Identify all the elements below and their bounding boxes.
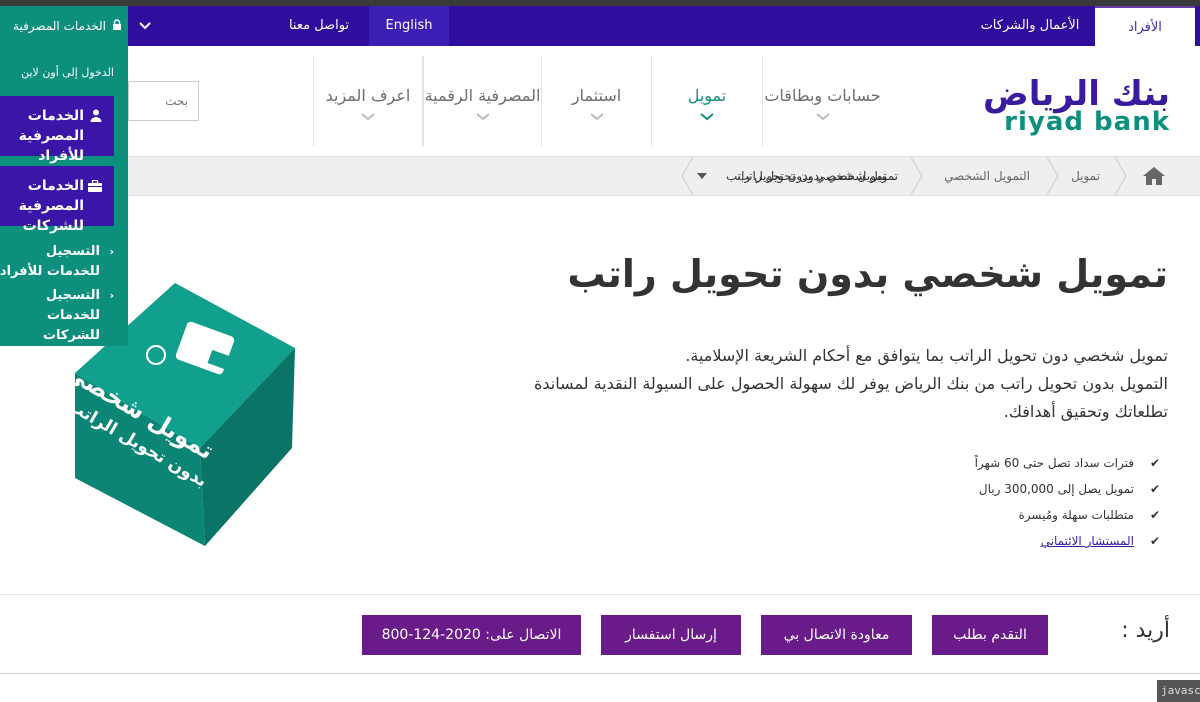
register-business-label: التسجيل للخدمات للشركات [42,288,100,343]
search-input[interactable] [128,81,199,121]
business-banking-button[interactable]: الخدمات المصرفية للشركات [0,166,114,234]
breadcrumb-separator [1114,157,1127,195]
list-item: ✔ فترات سداد تصل حتى 60 شهراً [975,452,1160,478]
check-icon: ✔ [1149,482,1160,496]
nav-label: حسابات وبطاقات [764,86,881,105]
product-description: تمويل شخصي دون تحويل الراتب بما يتوافق م… [508,342,1168,426]
nav-finance[interactable]: تمويل [651,56,762,146]
chevron-down-icon [424,110,541,124]
breadcrumb-dropdown[interactable]: تمويل شخصي بدون تحويل راتب [680,157,908,195]
list-item: ✔ تمويل يصل إلى 300,000 ريال [975,478,1160,504]
online-banking-header-label: الخدمات المصرفية [13,19,106,33]
bottom-divider [0,673,1200,674]
tab-individuals[interactable]: الأفراد [1095,6,1195,46]
chevron-down-icon[interactable] [128,6,162,46]
feature-text: تمويل يصل إلى 300,000 ريال [978,482,1134,496]
nav-invest[interactable]: استثمار [541,56,651,146]
online-login-text: الدخول إلى أون لاين [21,66,114,79]
logo-english[interactable]: riyad bank [1004,108,1170,136]
contact-us-link[interactable]: تواصل معنا [269,6,369,46]
tab-business[interactable]: الأعمال والشركات [970,6,1090,46]
nav-learn-more[interactable]: اعرف المزيد [313,56,423,146]
briefcase-icon [88,178,102,198]
business-banking-label: الخدمات المصرفية للشركات [18,178,84,234]
chevron-left-icon: ‹ [109,289,114,302]
call-number-button[interactable]: الاتصال على: 2020-124-800 [362,615,581,655]
online-banking-toggle[interactable]: الخدمات المصرفية [0,6,128,46]
caret-down-icon [697,173,707,179]
chevron-down-icon [763,110,882,124]
check-icon: ✔ [1149,456,1160,470]
nav-label: المصرفية الرقمية [424,86,541,105]
language-english-link[interactable]: English [369,6,449,46]
nav-label: اعرف المزيد [325,86,411,105]
nav-accounts-cards[interactable]: حسابات وبطاقات [762,56,882,146]
lock-icon [112,6,122,46]
list-item: ✔ متطلبات سهلة ومُيسرة [975,504,1160,530]
page-title: تمويل شخصي بدون تحويل راتب [567,252,1168,296]
site-header: بنك الرياض riyad bank حسابات وبطاقات تمو… [0,46,1200,156]
feature-text: فترات سداد تصل حتى 60 شهراً [974,456,1134,470]
feature-list: ✔ فترات سداد تصل حتى 60 شهراً ✔ تمويل يصل … [975,452,1160,556]
register-business-link[interactable]: ‹ التسجيل للخدمات للشركات [0,286,114,346]
callback-button[interactable]: معاودة الاتصال بي [761,615,912,655]
breadcrumb-personal-finance[interactable]: التمويل الشخصي [944,157,1030,195]
apply-button[interactable]: التقدم بطلب [932,615,1048,655]
user-icon [90,108,102,128]
breadcrumb-finance[interactable]: تمويل [1071,157,1100,195]
status-bar-tooltip: javascri [1157,680,1200,702]
home-icon[interactable] [1142,166,1166,186]
nav-label: تمويل [687,86,727,105]
description-line-1: تمويل شخصي دون تحويل الراتب بما يتوافق م… [685,346,1168,365]
description-line-2: التمويل بدون تحويل راتب من بنك الرياض يو… [533,374,1168,421]
chevron-left-icon: ‹ [109,245,114,258]
list-item: ✔ المستشار الائتماني [975,530,1160,556]
breadcrumb-separator [681,157,694,195]
chevron-down-icon [542,110,651,124]
register-individuals-link[interactable]: ‹ التسجيل للخدمات للأفراد [0,242,114,282]
individuals-banking-button[interactable]: الخدمات المصرفية للأفراد [0,96,114,164]
check-icon: ✔ [1149,508,1160,522]
breadcrumb: تمويل التمويل الشخصي تمويل شخصي بدون تحو… [0,156,1200,196]
register-individuals-label: التسجيل للخدمات للأفراد [0,244,100,279]
breadcrumb-dropdown-label: تمويل شخصي بدون تحويل راتب [726,169,887,183]
breadcrumb-separator [910,157,923,195]
send-inquiry-button[interactable]: إرسال استفسار [601,615,741,655]
nav-label: استثمار [571,86,622,105]
page: الأفراد الأعمال والشركات English تواصل م… [0,0,1200,702]
chevron-down-icon [652,110,762,124]
top-bar-filler [162,6,269,46]
i-want-label: أريد : [1121,618,1170,643]
online-banking-panel: الدخول إلى أون لاين الخدمات المصرفية للأ… [0,46,128,346]
individuals-banking-label: الخدمات المصرفية للأفراد [18,108,84,164]
nav-digital-banking[interactable]: المصرفية الرقمية [423,56,541,146]
chevron-down-icon [314,110,422,124]
check-icon: ✔ [1149,534,1160,548]
credit-advisor-link[interactable]: المستشار الائتماني [1041,534,1134,548]
section-divider [0,594,1200,595]
feature-text: متطلبات سهلة ومُيسرة [1018,508,1134,522]
breadcrumb-separator [1046,157,1059,195]
